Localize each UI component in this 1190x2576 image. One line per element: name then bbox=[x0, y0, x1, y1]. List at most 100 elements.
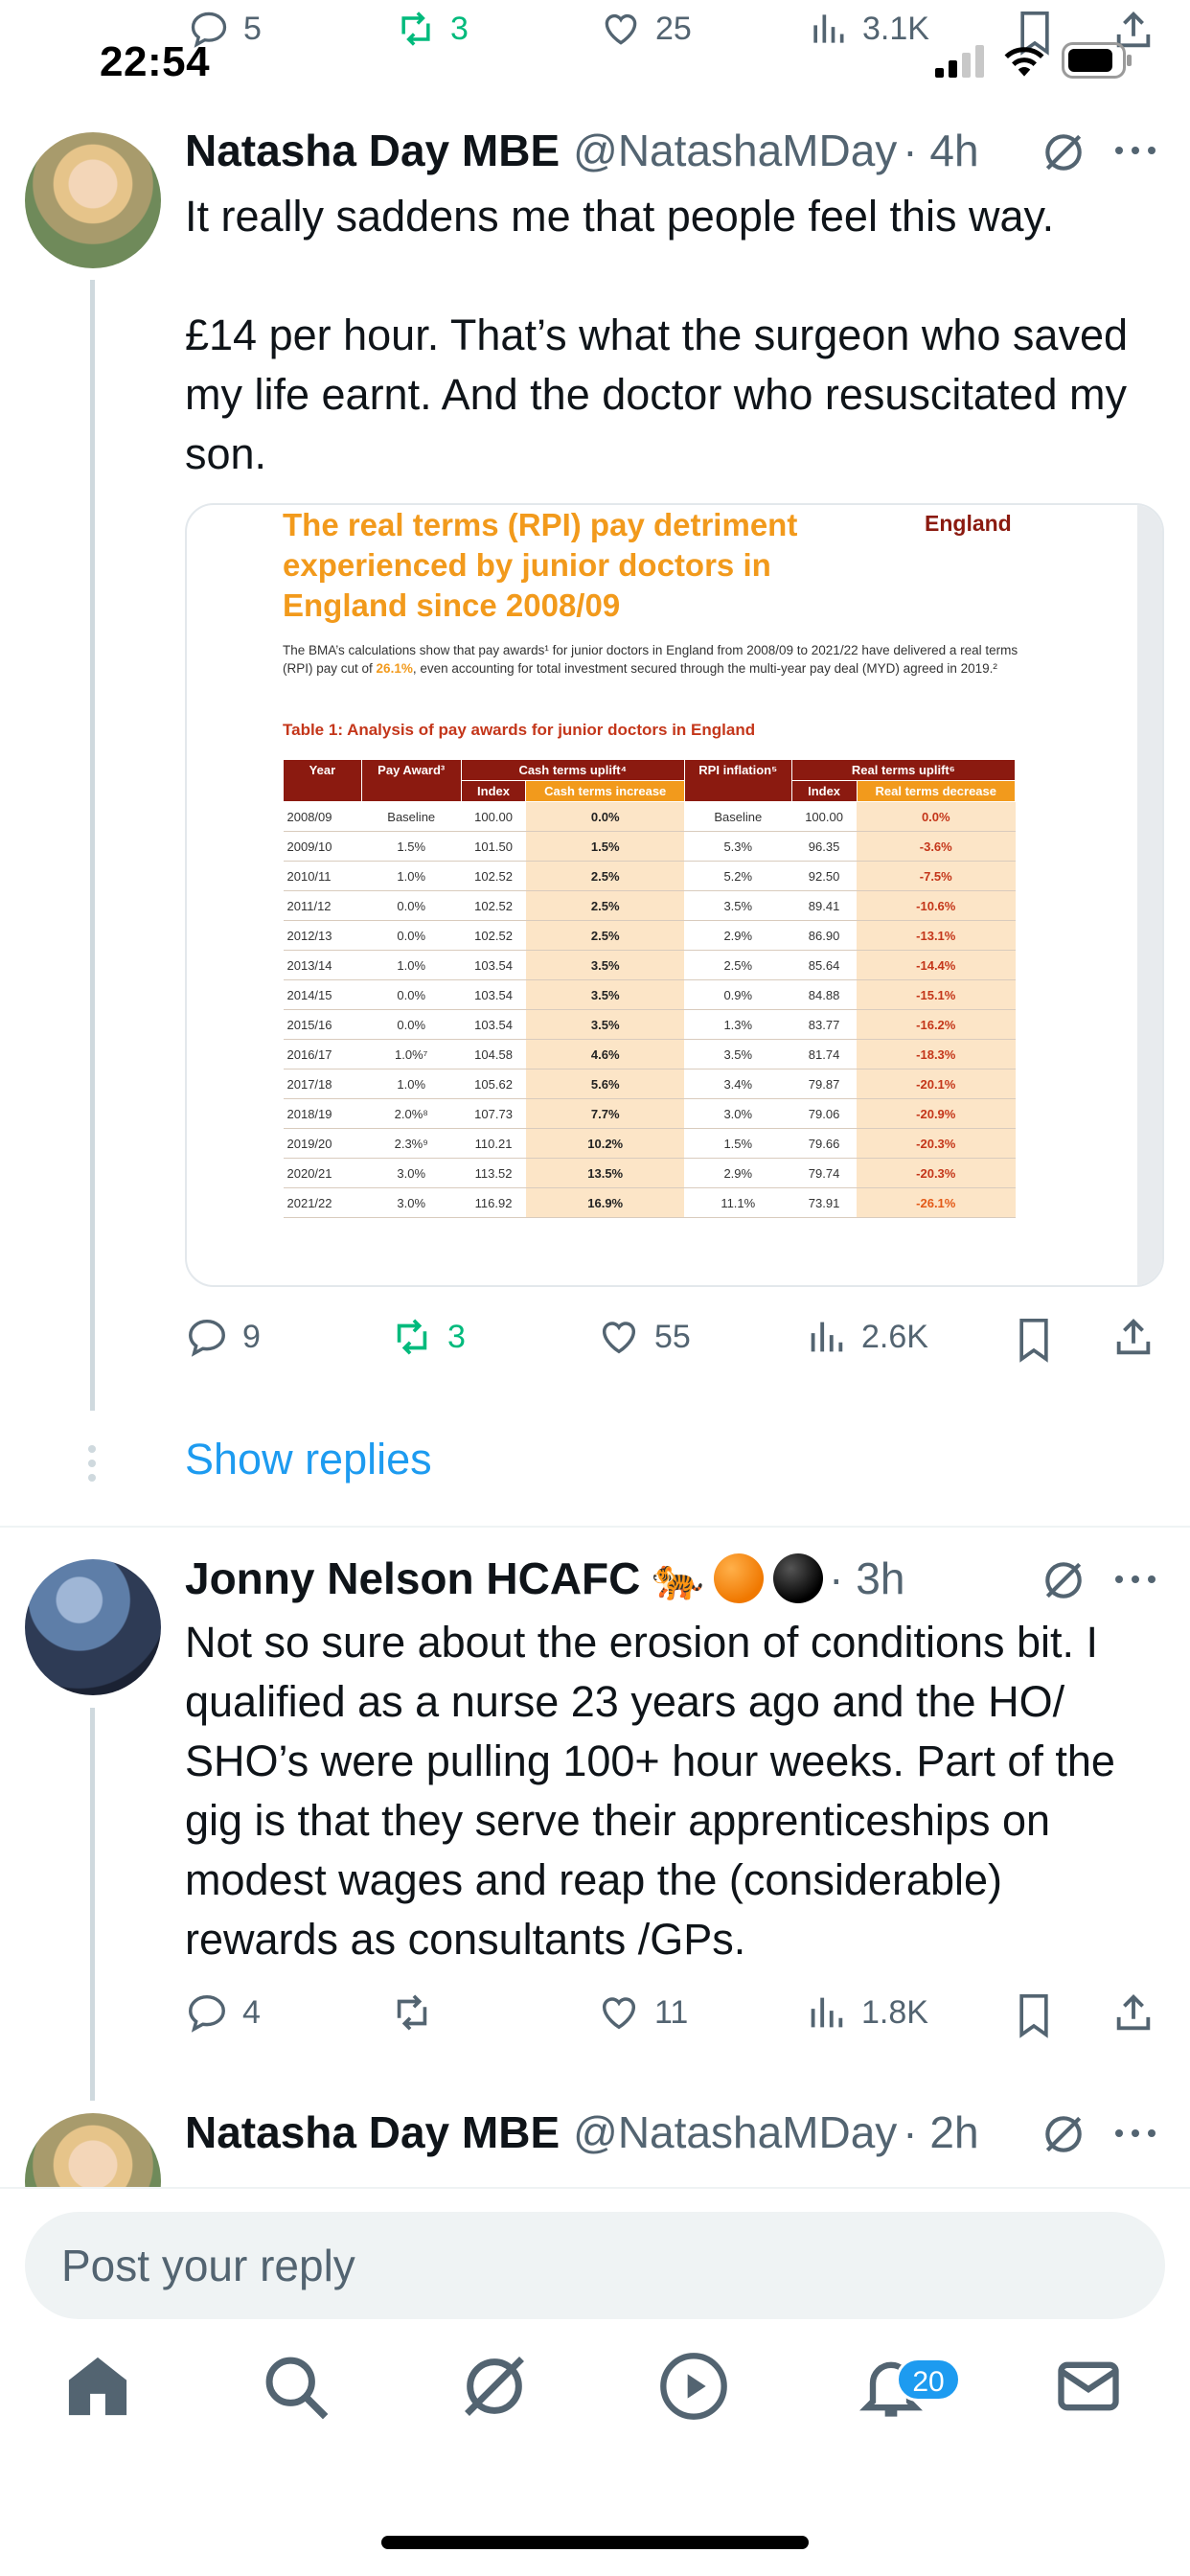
views-stat[interactable]: 3.1K bbox=[807, 8, 929, 50]
cell-real-decrease: -20.3% bbox=[857, 1158, 1016, 1188]
cell-cash-increase: 10.2% bbox=[525, 1128, 685, 1159]
like-button[interactable]: 11 bbox=[597, 1990, 688, 2035]
like-button[interactable]: 55 bbox=[597, 1315, 691, 1359]
home-icon[interactable] bbox=[61, 2350, 134, 2423]
reply-input[interactable]: Post your reply bbox=[25, 2212, 1165, 2319]
author-name[interactable]: Jonny Nelson HCAFC bbox=[185, 1552, 640, 1604]
avatar[interactable] bbox=[25, 1559, 161, 1695]
table-body: 2008/09 Baseline 100.00 0.0% Baseline 100.00 0… bbox=[283, 801, 1016, 1218]
cell-year: 2018/19 bbox=[283, 1098, 362, 1129]
cell-pay-award: 0.0% bbox=[361, 1009, 462, 1040]
views-button[interactable]: 2.6K bbox=[804, 1315, 928, 1359]
cell-pay-award: 3.0% bbox=[361, 1187, 462, 1218]
cell-real-index: 84.88 bbox=[791, 979, 858, 1010]
cell-cash-index: 107.73 bbox=[461, 1098, 526, 1129]
cell-cash-index: 105.62 bbox=[461, 1069, 526, 1099]
search-icon[interactable] bbox=[259, 2350, 332, 2423]
cell-rpi: 3.0% bbox=[684, 1098, 792, 1129]
cell-pay-award: 1.0% bbox=[361, 950, 462, 980]
more-options-icon[interactable] bbox=[1113, 2122, 1157, 2145]
cell-real-decrease: -26.1% bbox=[857, 1187, 1016, 1218]
table-row: 2017/18 1.0% 105.62 5.6% 3.4% 79.87 -20.1% bbox=[283, 1069, 1016, 1099]
table-row: 2013/14 1.0% 103.54 3.5% 2.5% 85.64 -14.4% bbox=[283, 950, 1016, 980]
cell-year: 2014/15 bbox=[283, 979, 362, 1010]
table-row: 2020/21 3.0% 113.52 13.5% 2.9% 79.74 -20.3% bbox=[283, 1158, 1016, 1188]
views-count: 3.1K bbox=[862, 10, 929, 47]
author-handle[interactable]: @NatashaMDay bbox=[573, 125, 897, 176]
cell-cash-increase: 0.0% bbox=[525, 801, 685, 832]
show-replies-link[interactable]: Show replies bbox=[185, 1435, 432, 1484]
cell-real-index: 79.66 bbox=[791, 1128, 858, 1159]
heart-icon bbox=[602, 1997, 636, 2030]
cell-rpi: 0.9% bbox=[684, 979, 792, 1010]
black-circle-emoji bbox=[773, 1553, 824, 1603]
author-name[interactable]: Natasha Day MBE bbox=[185, 125, 560, 176]
reply-button[interactable]: 4 bbox=[185, 1990, 261, 2035]
grok-icon[interactable] bbox=[458, 2350, 531, 2423]
cell-rpi: 2.9% bbox=[684, 1158, 792, 1188]
tweet-time[interactable]: · 2h bbox=[903, 2106, 978, 2158]
cell-real-index: 83.77 bbox=[791, 1009, 858, 1040]
repost-stat[interactable]: 3 bbox=[395, 8, 469, 50]
share-icon[interactable] bbox=[1111, 1990, 1156, 2036]
cell-year: 2013/14 bbox=[283, 950, 362, 980]
reply-count: 4 bbox=[242, 1993, 261, 2031]
cell-cash-index: 110.21 bbox=[461, 1128, 526, 1159]
cell-cash-increase: 1.5% bbox=[525, 831, 685, 862]
th-index-2: Index bbox=[790, 780, 858, 802]
cell-real-decrease: -15.1% bbox=[857, 979, 1016, 1010]
more-options-icon[interactable] bbox=[1113, 139, 1157, 162]
cell-cash-index: 102.52 bbox=[461, 861, 526, 891]
like-stat[interactable]: 25 bbox=[600, 8, 692, 50]
share-icon[interactable] bbox=[1111, 1315, 1156, 1361]
views-button[interactable]: 1.8K bbox=[804, 1990, 928, 2035]
video-icon[interactable] bbox=[657, 2350, 730, 2423]
avatar[interactable] bbox=[25, 132, 161, 268]
author-name[interactable]: Natasha Day MBE bbox=[185, 2106, 560, 2158]
bookmark-icon[interactable] bbox=[1013, 1992, 1055, 2038]
grok-icon[interactable] bbox=[1040, 1556, 1087, 1604]
tweet-header: Natasha Day MBE @NatashaMDay · 4h bbox=[185, 125, 979, 176]
cell-real-index: 85.64 bbox=[791, 950, 858, 980]
pay-award-table: Year Pay Award³ Cash terms uplift⁴ RPI i… bbox=[283, 759, 1017, 1218]
tweet-time[interactable]: · 4h bbox=[903, 125, 978, 176]
cell-pay-award: 2.3%⁹ bbox=[361, 1128, 462, 1159]
cell-year: 2021/22 bbox=[283, 1187, 362, 1218]
th-cash-increase: Cash terms increase bbox=[525, 780, 685, 802]
grok-icon[interactable] bbox=[1040, 128, 1087, 176]
author-handle[interactable]: @NatashaMDay bbox=[573, 2106, 897, 2158]
reply-button[interactable]: 9 bbox=[185, 1315, 261, 1359]
document-paragraph: The BMA’s calculations show that pay awa… bbox=[283, 641, 1020, 678]
mail-icon[interactable] bbox=[1052, 2350, 1125, 2423]
more-options-icon[interactable] bbox=[1113, 1568, 1157, 1591]
cell-real-index: 89.41 bbox=[791, 890, 858, 921]
repost-button[interactable] bbox=[390, 1990, 447, 2035]
tiger-emoji: 🐅 bbox=[652, 1555, 705, 1602]
cell-rpi: Baseline bbox=[684, 801, 792, 832]
bookmark-icon[interactable] bbox=[1013, 1317, 1055, 1363]
cell-real-decrease: -10.6% bbox=[857, 890, 1016, 921]
cell-real-decrease: -20.3% bbox=[857, 1128, 1016, 1159]
cell-real-index: 73.91 bbox=[791, 1187, 858, 1218]
cell-real-index: 81.74 bbox=[791, 1039, 858, 1070]
tweet-image[interactable]: The real terms (RPI) pay detriment exper… bbox=[185, 503, 1164, 1287]
cell-cash-index: 102.52 bbox=[461, 890, 526, 921]
collapsed-thread-dots-icon bbox=[88, 1445, 96, 1482]
grok-icon[interactable] bbox=[1040, 2110, 1087, 2158]
cell-cash-index: 100.00 bbox=[461, 801, 526, 832]
cell-rpi: 5.3% bbox=[684, 831, 792, 862]
cell-cash-index: 103.54 bbox=[461, 950, 526, 980]
cell-year: 2016/17 bbox=[283, 1039, 362, 1070]
cell-rpi: 5.2% bbox=[684, 861, 792, 891]
signal-icon bbox=[935, 45, 984, 78]
cell-real-decrease: -20.9% bbox=[857, 1098, 1016, 1129]
th-year: Year bbox=[283, 759, 362, 802]
cell-pay-award: 0.0% bbox=[361, 890, 462, 921]
battery-icon bbox=[1062, 42, 1132, 79]
repost-button[interactable]: 3 bbox=[390, 1315, 466, 1359]
home-indicator bbox=[381, 2536, 809, 2549]
cell-pay-award: 3.0% bbox=[361, 1158, 462, 1188]
th-pay-award: Pay Award³ bbox=[360, 759, 462, 802]
tweet-time[interactable]: · 3h bbox=[829, 1552, 904, 1604]
cell-pay-award: 1.0% bbox=[361, 1069, 462, 1099]
